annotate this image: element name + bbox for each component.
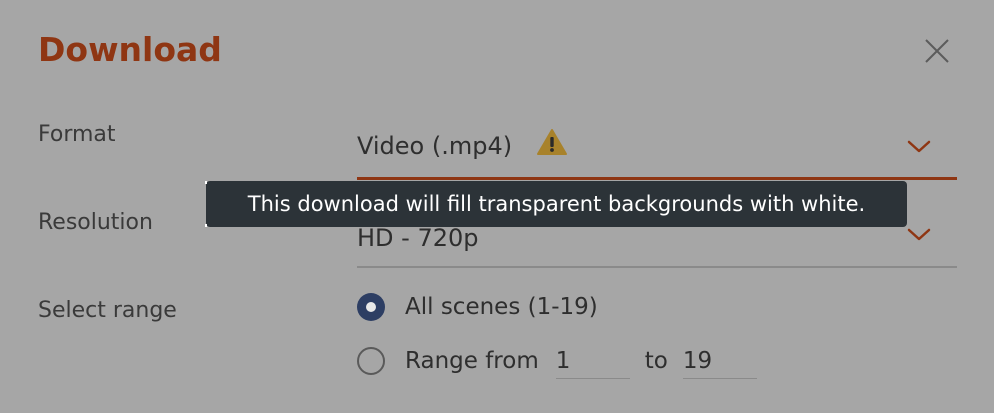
range-to-input[interactable]	[682, 348, 757, 379]
warning-icon	[536, 128, 568, 162]
range-from-label: Range from	[405, 347, 539, 374]
all-scenes-option[interactable]: All scenes (1-19)	[357, 293, 598, 321]
dialog-title: Download	[38, 30, 222, 69]
tooltip-corner-bottom	[205, 224, 207, 227]
chevron-down-icon[interactable]	[907, 226, 931, 246]
all-scenes-label: All scenes (1-19)	[405, 294, 598, 320]
resolution-select[interactable]: HD - 720p	[357, 220, 957, 268]
chevron-down-icon[interactable]	[907, 138, 931, 158]
tooltip-text: This download will fill transparent back…	[247, 192, 866, 216]
all-scenes-radio[interactable]	[357, 293, 385, 321]
format-value: Video (.mp4)	[357, 132, 513, 160]
close-icon[interactable]	[922, 36, 952, 66]
range-label: Select range	[38, 298, 177, 323]
resolution-label: Resolution	[38, 210, 153, 235]
format-select[interactable]: Video (.mp4)	[357, 129, 957, 180]
close-button[interactable]	[922, 36, 952, 66]
range-to-label: to	[644, 347, 668, 374]
warning-tooltip: This download will fill transparent back…	[205, 181, 907, 227]
tooltip-corner-top	[205, 181, 207, 184]
range-from-option[interactable]: Range from to	[357, 342, 757, 379]
resolution-value: HD - 720p	[357, 224, 479, 252]
range-from-radio[interactable]	[357, 346, 385, 375]
format-label: Format	[38, 122, 116, 147]
resolution-underline	[357, 266, 957, 268]
range-from-input[interactable]	[555, 348, 630, 379]
format-value-wrap: Video (.mp4)	[357, 129, 568, 162]
format-underline	[357, 177, 957, 180]
